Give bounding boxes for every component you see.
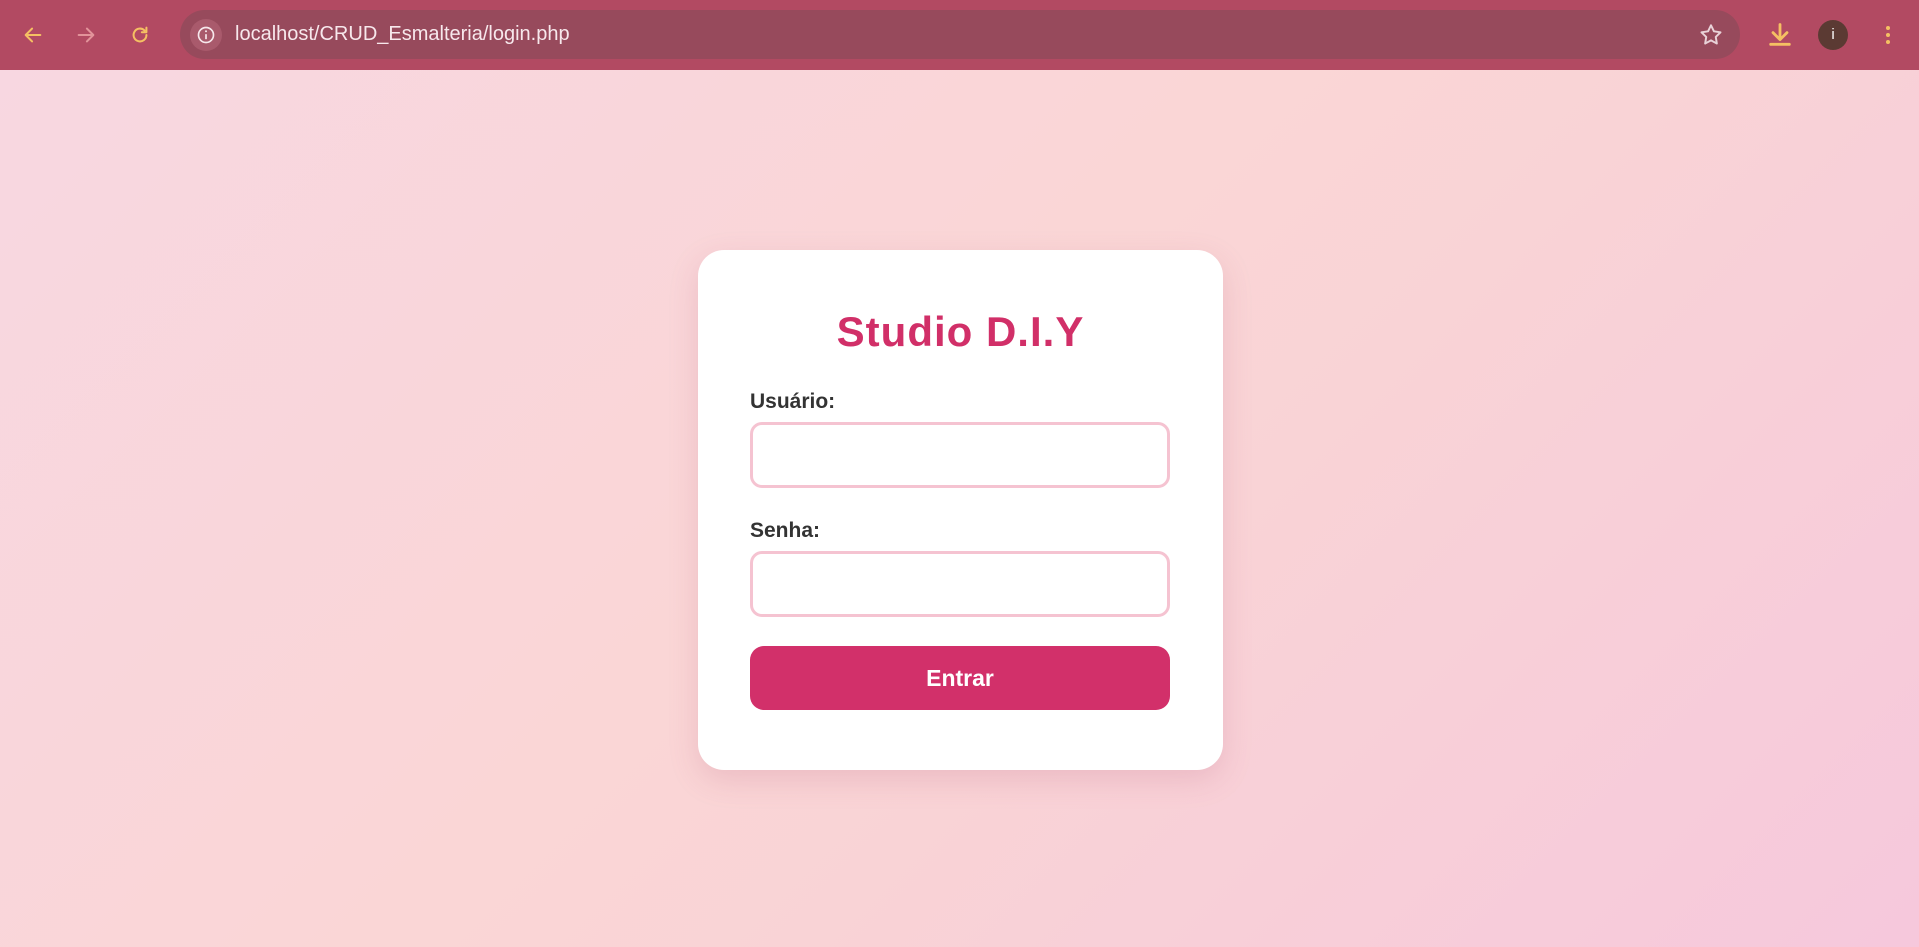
download-button[interactable] [1760, 15, 1800, 55]
login-card: Studio D.I.Y Usuário: Senha: Entrar [698, 250, 1223, 770]
browser-menu-button[interactable] [1868, 15, 1908, 55]
star-icon[interactable] [1698, 22, 1724, 48]
password-label: Senha: [750, 519, 821, 542]
kebab-menu-icon [1886, 26, 1890, 44]
back-button[interactable] [13, 15, 53, 55]
login-button[interactable]: Entrar [750, 646, 1170, 710]
page-title: Studio D.I.Y [836, 308, 1085, 355]
arrow-left-icon [24, 27, 42, 43]
reload-icon [132, 26, 148, 43]
password-input[interactable] [750, 551, 1170, 617]
address-bar[interactable]: localhost/CRUD_Esmalteria/login.php [180, 10, 1740, 59]
arrow-right-icon [77, 27, 95, 43]
forward-button[interactable] [66, 15, 106, 55]
page-background: Studio D.I.Y Usuário: Senha: Entrar [0, 70, 1919, 947]
url-text[interactable]: localhost/CRUD_Esmalteria/login.php [235, 10, 570, 59]
info-icon [197, 26, 215, 44]
browser-toolbar: localhost/CRUD_Esmalteria/login.php i [0, 0, 1919, 70]
username-input[interactable] [750, 422, 1170, 488]
username-label: Usuário: [750, 390, 836, 413]
reload-button[interactable] [120, 15, 160, 55]
site-info-button[interactable] [190, 19, 222, 51]
profile-avatar[interactable]: i [1818, 20, 1848, 50]
download-icon [1769, 23, 1791, 46]
